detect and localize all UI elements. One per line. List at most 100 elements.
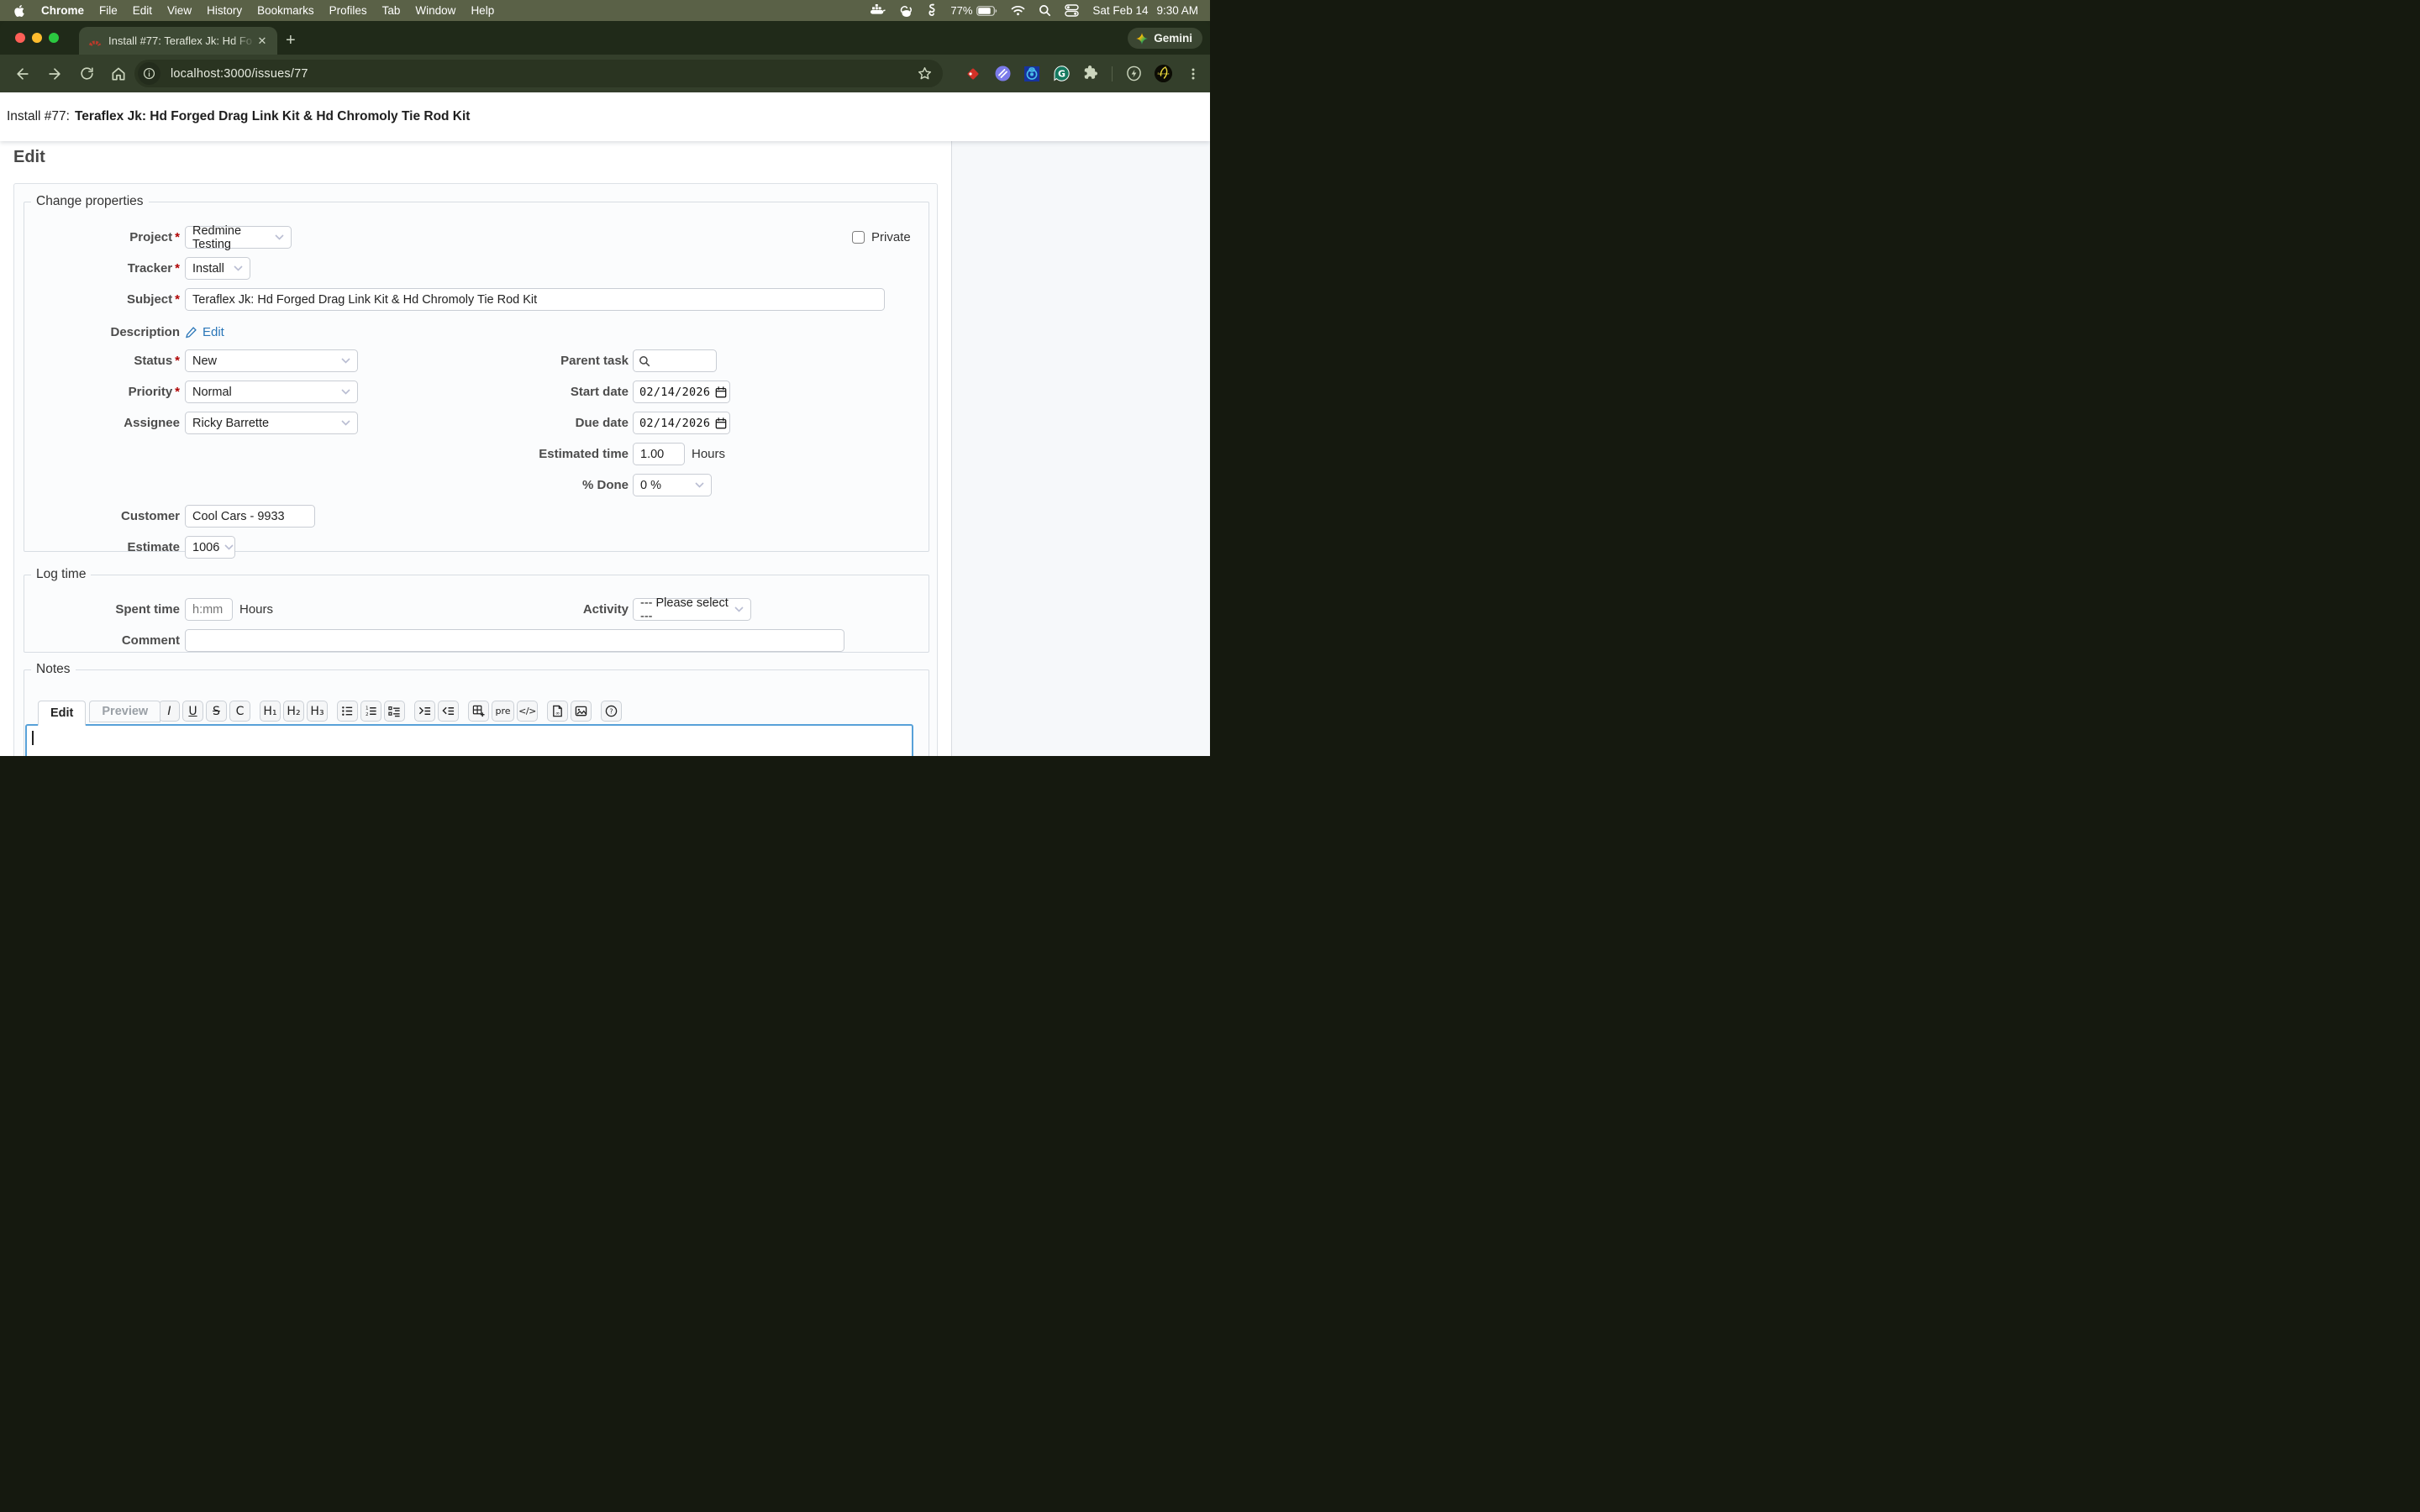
extensions-puzzle-icon[interactable] — [1082, 66, 1099, 82]
menubar-extra-icon-2[interactable] — [927, 3, 937, 18]
menubar-extra-icon-1[interactable] — [899, 4, 913, 18]
code-block-button[interactable]: </> — [517, 701, 538, 722]
notes-toolbar: B I U S C H₁ H₂ H₃ 12 — [135, 701, 624, 722]
activity-label: Activity — [24, 602, 633, 617]
parent-task-input[interactable] — [633, 349, 717, 372]
home-button[interactable] — [103, 66, 134, 82]
grammarly-extension-icon[interactable]: G — [1053, 66, 1070, 82]
strikethrough-button[interactable]: S — [206, 701, 227, 722]
forward-button[interactable] — [39, 66, 71, 82]
unquote-button[interactable] — [438, 701, 459, 722]
blockquote-button[interactable] — [414, 701, 435, 722]
hours-label: Hours — [692, 447, 725, 461]
chrome-menu-icon[interactable] — [1185, 66, 1202, 82]
apple-menu-icon[interactable] — [13, 4, 25, 18]
heading1-button[interactable]: H₁ — [260, 701, 281, 722]
menubar-clock[interactable]: Sat Feb 14 9:30 AM — [1092, 4, 1198, 17]
menu-tab[interactable]: Tab — [375, 4, 408, 17]
battery-indicator[interactable]: 77% — [950, 4, 997, 17]
notes-textarea[interactable] — [25, 724, 913, 756]
site-info-icon[interactable] — [138, 62, 160, 85]
estimate-select[interactable]: 1006 — [185, 536, 235, 559]
svg-text:Barrette: Barrette — [1158, 72, 1170, 76]
estimated-time-input[interactable] — [633, 443, 685, 465]
issue-header: Install #77: Teraflex Jk: Hd Forged Drag… — [0, 92, 1210, 141]
url-text[interactable]: localhost:3000/issues/77 — [171, 67, 308, 81]
issue-title: Teraflex Jk: Hd Forged Drag Link Kit & H… — [75, 109, 471, 124]
heading2-button[interactable]: H₂ — [283, 701, 304, 722]
inline-code-button[interactable]: C — [229, 701, 250, 722]
bookmark-star-icon[interactable] — [917, 66, 933, 81]
battery-saver-icon[interactable] — [1125, 66, 1142, 82]
done-select[interactable]: 0 % — [633, 474, 712, 496]
due-date-input[interactable]: 02/14/2026 — [633, 412, 730, 434]
text-cursor — [32, 731, 34, 745]
customer-input[interactable] — [185, 505, 315, 528]
window-close-button[interactable] — [15, 33, 25, 43]
private-checkbox[interactable] — [852, 231, 865, 244]
chevron-down-icon — [219, 544, 234, 550]
toolbar-divider — [1112, 66, 1113, 81]
new-tab-button[interactable]: + — [286, 32, 296, 49]
extension-icon-1[interactable] — [965, 66, 981, 82]
start-date-input[interactable]: 02/14/2026 — [633, 381, 730, 403]
chevron-down-icon — [690, 482, 704, 488]
menu-help[interactable]: Help — [463, 4, 502, 17]
extension-icon-2[interactable] — [994, 66, 1011, 82]
extension-icon-3[interactable] — [1023, 66, 1040, 82]
sidebar — [951, 141, 1210, 756]
back-button[interactable] — [7, 66, 39, 82]
window-zoom-button[interactable] — [49, 33, 59, 43]
control-center-icon[interactable] — [1065, 4, 1079, 17]
activity-row: Activity --- Please select --- — [24, 598, 751, 621]
underline-button[interactable]: U — [182, 701, 203, 722]
profile-avatar[interactable]: Barrette — [1155, 65, 1172, 82]
comment-label: Comment — [24, 633, 185, 648]
definition-list-button[interactable] — [384, 701, 405, 722]
heading3-button[interactable]: H₃ — [307, 701, 328, 722]
svg-text:2: 2 — [366, 712, 369, 717]
menu-chrome[interactable]: Chrome — [34, 4, 92, 17]
image-icon — [575, 705, 587, 717]
tab-close-icon[interactable]: ✕ — [255, 34, 269, 48]
edit-form-box: Change properties Project* Redmine Testi… — [13, 183, 938, 756]
notes-tab-preview[interactable]: Preview — [89, 701, 160, 722]
help-button[interactable]: ? — [601, 701, 622, 722]
screen: Chrome File Edit View History Bookmarks … — [0, 0, 1210, 756]
italic-button[interactable]: I — [159, 701, 180, 722]
notes-tab-edit[interactable]: Edit — [38, 701, 86, 726]
menu-edit[interactable]: Edit — [125, 4, 160, 17]
table-button[interactable] — [468, 701, 489, 722]
ordered-list-icon: 12 — [365, 705, 377, 717]
docker-menubar-icon[interactable] — [870, 4, 886, 17]
comment-input[interactable] — [185, 629, 844, 652]
link-document-button[interactable]: ∞ — [547, 701, 568, 722]
subject-input[interactable] — [185, 288, 885, 311]
description-edit-link[interactable]: Edit — [203, 325, 224, 339]
menu-view[interactable]: View — [160, 4, 199, 17]
browser-tab[interactable]: Install #77: Teraflex Jk: Hd Fo ✕ — [79, 27, 277, 55]
reload-button[interactable] — [71, 66, 103, 81]
insert-image-button[interactable] — [571, 701, 592, 722]
activity-select[interactable]: --- Please select --- — [633, 598, 751, 621]
battery-percent: 77% — [950, 4, 972, 17]
menu-bookmarks[interactable]: Bookmarks — [250, 4, 322, 17]
address-bar[interactable]: localhost:3000/issues/77 — [134, 60, 943, 87]
spotlight-search-icon[interactable] — [1039, 4, 1051, 17]
done-row: % Done 0 % — [24, 474, 712, 496]
menu-file[interactable]: File — [92, 4, 125, 17]
unordered-list-button[interactable] — [337, 701, 358, 722]
calendar-icon[interactable] — [715, 417, 727, 429]
preformatted-button[interactable]: pre — [492, 701, 514, 722]
project-select[interactable]: Redmine Testing — [185, 226, 292, 249]
gemini-button[interactable]: Gemini — [1128, 28, 1202, 49]
menu-history[interactable]: History — [199, 4, 250, 17]
macos-menubar: Chrome File Edit View History Bookmarks … — [0, 0, 1210, 21]
wifi-icon[interactable] — [1011, 5, 1025, 16]
tracker-select[interactable]: Install — [185, 257, 250, 280]
window-minimize-button[interactable] — [32, 33, 42, 43]
ordered-list-button[interactable]: 12 — [360, 701, 381, 722]
calendar-icon[interactable] — [715, 386, 727, 398]
menu-window[interactable]: Window — [408, 4, 463, 17]
menu-profiles[interactable]: Profiles — [322, 4, 375, 17]
